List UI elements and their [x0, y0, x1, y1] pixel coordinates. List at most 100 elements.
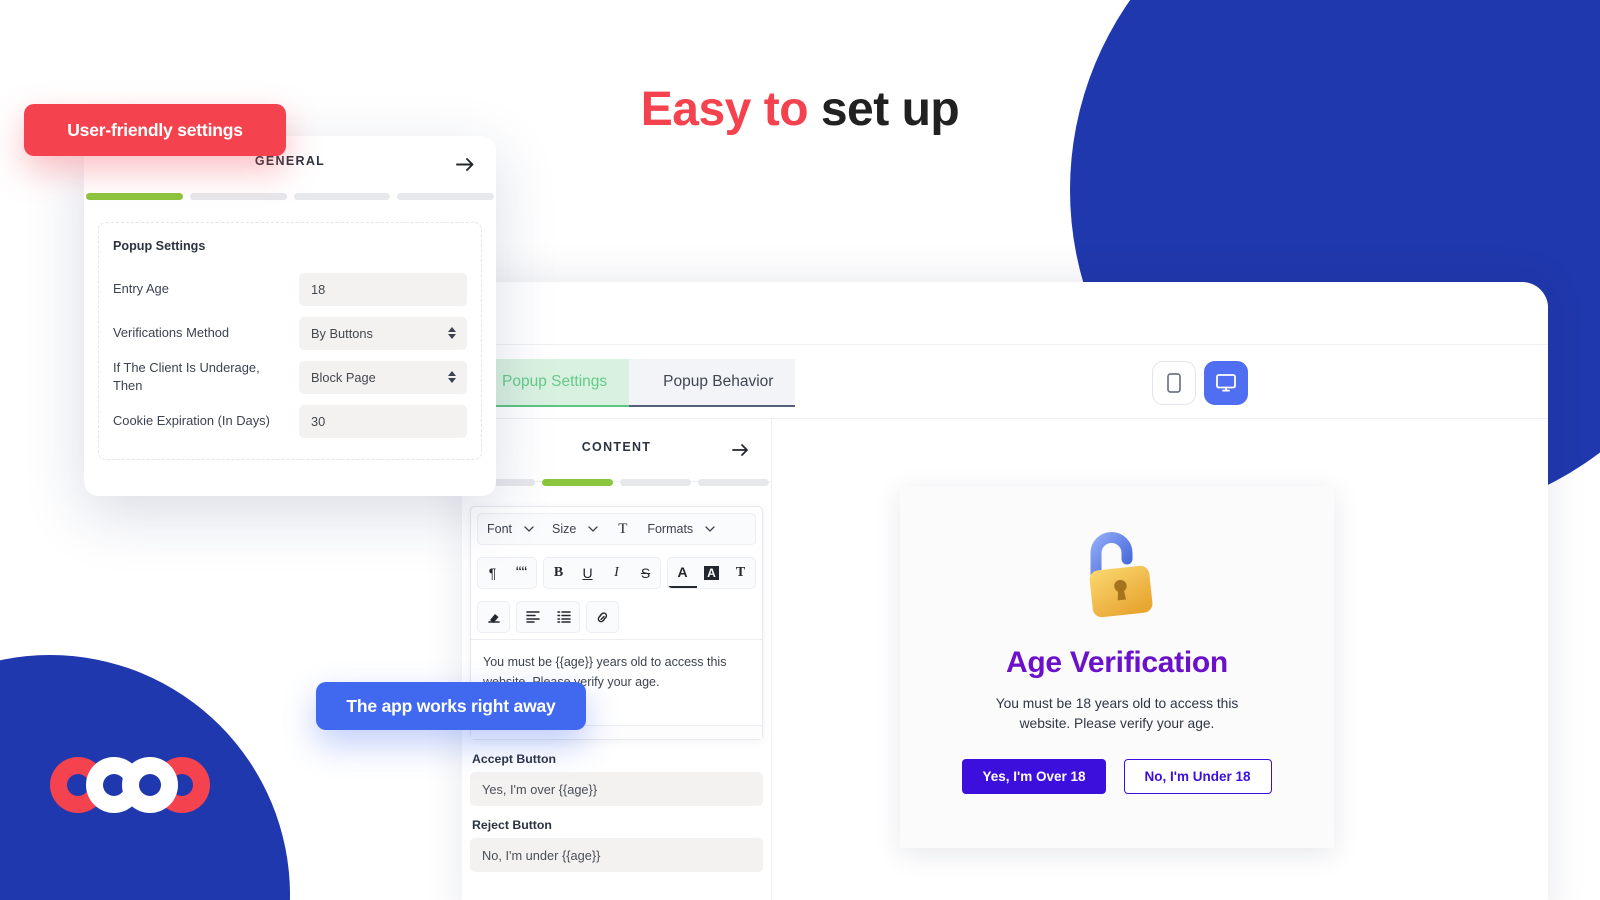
age-verification-preview-card: Age Verification You must be 18 years ol…	[900, 486, 1334, 848]
desktop-icon	[1216, 374, 1236, 392]
field-underage-action: If The Client Is Underage, Then Block Pa…	[113, 355, 467, 399]
arrow-right-icon	[731, 443, 749, 457]
paragraph-button[interactable]: ¶	[478, 558, 507, 588]
underage-action-select[interactable]: Block Page	[299, 360, 467, 394]
content-next-button[interactable]	[725, 435, 755, 465]
tab-popup-behavior[interactable]: Popup Behavior	[629, 359, 796, 407]
progress-segment	[86, 193, 183, 200]
gooo-logo	[50, 757, 210, 813]
headline-accent: Easy to	[640, 83, 809, 136]
desktop-view-button[interactable]	[1204, 361, 1248, 405]
rte-style-group: B U I S	[543, 557, 661, 589]
reject-button-label: Reject Button	[472, 818, 552, 832]
ordered-list-button[interactable]	[548, 602, 579, 632]
italic-button[interactable]: I	[602, 558, 631, 588]
popup-settings-group: Popup Settings Entry Age 18 Verification…	[98, 222, 482, 460]
progress-segment	[620, 479, 691, 486]
link-button[interactable]	[587, 602, 618, 632]
content-progress-bar	[462, 479, 771, 486]
device-preview-toggle	[1152, 361, 1248, 405]
field-entry-age: Entry Age 18	[113, 267, 467, 311]
mobile-view-button[interactable]	[1152, 361, 1196, 405]
popup-settings-title: Popup Settings	[113, 239, 206, 253]
eraser-button[interactable]	[478, 602, 509, 632]
rte-toolbar-row-3	[471, 595, 762, 639]
rte-align-group	[516, 601, 580, 633]
progress-segment	[293, 193, 391, 200]
field-cookie-expiration: Cookie Expiration (In Days) 30	[113, 399, 467, 443]
entry-age-label: Entry Age	[113, 281, 169, 297]
general-progress-bar	[84, 193, 496, 200]
rte-block-group: ¶ ““	[477, 557, 537, 589]
chevron-down-icon	[524, 525, 534, 533]
page-root: Easy to set up Popup Settings Popup Beha…	[0, 0, 1600, 900]
reject-button-input[interactable]: No, I'm under {{age}}	[470, 838, 763, 872]
accept-button-input[interactable]: Yes, I'm over {{age}}	[470, 772, 763, 806]
badge-user-friendly-settings: User-friendly settings	[24, 104, 286, 156]
progress-segment	[698, 479, 769, 486]
tab-list: Popup Settings Popup Behavior	[480, 359, 796, 407]
cookie-expiration-input[interactable]: 30	[299, 404, 467, 438]
panel-tab-bar: Popup Settings Popup Behavior	[462, 345, 1548, 419]
verifications-method-label: Verifications Method	[113, 325, 230, 341]
general-step-title: GENERAL	[254, 154, 326, 168]
general-settings-card: GENERAL Popup Settings Entry Age 18 Veri…	[84, 136, 496, 496]
stepper-icon	[448, 371, 456, 383]
preview-reject-button[interactable]: No, I'm Under 18	[1123, 759, 1272, 795]
clear-format-button[interactable]: T	[726, 558, 755, 588]
underage-action-label: If The Client Is Underage, Then	[113, 360, 260, 393]
size-select[interactable]: Size	[543, 515, 607, 543]
tab-popup-settings-label: Popup Settings	[502, 373, 608, 390]
panel-top-bar	[462, 282, 1548, 345]
headline-rest: set up	[820, 83, 960, 136]
tab-popup-settings[interactable]: Popup Settings	[480, 359, 647, 407]
font-select-label: Font	[487, 522, 513, 536]
accept-button-label: Accept Button	[472, 752, 557, 766]
chevron-down-icon	[588, 525, 598, 533]
chevron-down-icon	[705, 525, 715, 533]
progress-segment	[542, 479, 613, 486]
text-color-button[interactable]: A	[668, 558, 697, 588]
entry-age-input[interactable]: 18	[299, 272, 467, 306]
underline-button[interactable]: U	[573, 558, 602, 588]
tab-popup-behavior-label: Popup Behavior	[663, 373, 774, 390]
logo-letter-o-2	[122, 757, 178, 813]
preview-button-row: Yes, I'm Over 18 No, I'm Under 18	[962, 759, 1272, 795]
rte-color-group: A A T	[667, 557, 756, 589]
formats-select-label: Formats	[647, 522, 694, 536]
content-step-header: CONTENT	[462, 419, 771, 486]
preview-column: Age Verification You must be 18 years ol…	[772, 419, 1548, 900]
rte-toolbar-row-2: ¶ ““ B U I S A A T	[471, 551, 762, 595]
open-padlock-icon	[1066, 520, 1168, 628]
cookie-expiration-label: Cookie Expiration (In Days)	[113, 413, 270, 429]
badge-app-works-right-away: The app works right away	[316, 682, 586, 730]
editor-column: CONTENT Font Size T Formats ¶ ““ B U I S…	[462, 419, 772, 900]
preview-accept-button[interactable]: Yes, I'm Over 18	[962, 759, 1106, 795]
stepper-icon	[448, 327, 456, 339]
text-size-icon[interactable]: T	[607, 514, 638, 544]
underage-action-value: Block Page	[311, 369, 376, 385]
rte-select-group: Font Size T Formats	[477, 513, 756, 545]
general-next-button[interactable]	[450, 149, 480, 179]
rte-eraser-group	[477, 601, 510, 633]
rte-toolbar-row-1: Font Size T Formats	[471, 507, 762, 551]
rte-link-group	[586, 601, 619, 633]
preview-title: Age Verification	[1006, 646, 1228, 679]
verifications-method-select[interactable]: By Buttons	[299, 316, 467, 350]
blockquote-button[interactable]: ““	[507, 558, 536, 588]
align-button[interactable]	[517, 602, 548, 632]
preview-description: You must be 18 years old to access this …	[995, 696, 1239, 731]
highlight-color-button[interactable]: A	[697, 558, 726, 588]
arrow-right-icon	[455, 157, 475, 172]
formats-select[interactable]: Formats	[638, 515, 724, 543]
font-select[interactable]: Font	[478, 515, 543, 543]
panel-body: CONTENT Font Size T Formats ¶ ““ B U I S…	[462, 419, 1548, 900]
verifications-method-value: By Buttons	[311, 325, 373, 341]
bold-button[interactable]: B	[544, 558, 573, 588]
progress-segment	[189, 193, 287, 200]
app-window-panel: Popup Settings Popup Behavior CONTENT Fo…	[462, 282, 1548, 900]
strikethrough-button[interactable]: S	[631, 558, 660, 588]
size-select-label: Size	[552, 522, 577, 536]
progress-segment	[397, 193, 494, 200]
field-verifications-method: Verifications Method By Buttons	[113, 311, 467, 355]
